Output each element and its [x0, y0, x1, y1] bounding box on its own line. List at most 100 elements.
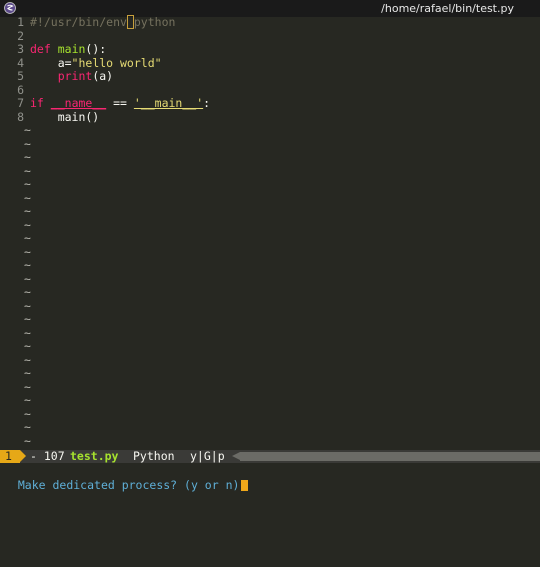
minibuffer-prompt: Make dedicated process? (y or n): [17, 478, 240, 492]
empty-line-marker: ~: [0, 366, 540, 381]
tilde-marker: ~: [24, 204, 31, 218]
empty-line-marker: ~: [0, 379, 540, 395]
code-token: '__main__': [133, 96, 204, 110]
tilde-marker: ~: [24, 136, 31, 151]
code-line[interactable]: 2: [0, 28, 540, 44]
line-number: 2: [17, 28, 24, 43]
empty-line-marker: ~: [0, 217, 540, 233]
empty-line-marker: ~: [0, 163, 540, 179]
line-number: 5: [17, 69, 24, 83]
buffer-size: - 107: [30, 449, 65, 463]
code-line[interactable]: 7 if __name__ == '__main__':: [0, 96, 540, 111]
empty-line-marker: ~: [0, 231, 540, 246]
empty-line-marker: ~: [0, 258, 540, 273]
tilde-marker: ~: [24, 433, 31, 448]
powerline-separator: [20, 450, 26, 462]
line-number: 6: [17, 82, 24, 97]
empty-line-marker: ~: [0, 352, 540, 368]
editor-buffer[interactable]: 1 #!/usr/bin/env python 2 3 def main(): 4 a="…: [0, 15, 540, 449]
code-text[interactable]: def main():: [30, 42, 107, 57]
window-title: /home/rafael/bin/test.py: [381, 2, 514, 15]
code-token: a=: [30, 55, 72, 70]
code-text[interactable]: if __name__ == '__main__':: [30, 96, 211, 111]
minor-modes[interactable]: y|G|p: [190, 450, 225, 463]
code-line[interactable]: 5 print(a): [0, 69, 540, 84]
tilde-marker: ~: [24, 285, 31, 299]
tilde-marker: ~: [24, 339, 31, 353]
tilde-marker: ~: [24, 258, 31, 272]
tilde-marker: ~: [24, 406, 31, 421]
empty-line-marker: ~: [0, 190, 540, 206]
code-text[interactable]: a="hello world": [30, 55, 162, 71]
empty-line-marker: ~: [0, 244, 540, 260]
empty-line-marker: ~: [0, 136, 540, 152]
code-line[interactable]: 4 a="hello world": [0, 55, 540, 71]
line-number: 1: [17, 15, 24, 29]
powerline-separator-right: [232, 452, 240, 460]
minibuffer-cursor: [241, 480, 249, 491]
tilde-marker: ~: [24, 366, 31, 380]
empty-line-marker: ~: [0, 271, 540, 287]
empty-line-marker: ~: [0, 177, 540, 192]
code-token: def: [30, 42, 51, 56]
empty-line-marker: ~: [0, 433, 540, 449]
minibuffer[interactable]: Make dedicated process? (y or n): [4, 464, 249, 492]
text-cursor: [126, 15, 134, 29]
code-text[interactable]: #!/usr/bin/env python: [30, 15, 176, 30]
code-token: #!/usr/bin/env: [30, 15, 127, 29]
tilde-marker: ~: [24, 150, 31, 164]
emacs-icon[interactable]: [4, 2, 16, 14]
tilde-marker: ~: [24, 298, 31, 313]
empty-line-marker: ~: [0, 150, 540, 165]
tilde-marker: ~: [24, 244, 31, 259]
code-line[interactable]: 8 main(): [0, 109, 540, 125]
tilde-marker: ~: [24, 271, 31, 286]
tilde-marker: ~: [24, 163, 31, 178]
code-text[interactable]: print(a): [30, 69, 113, 84]
code-token: print: [57, 69, 93, 83]
line-number: 4: [17, 55, 24, 70]
major-mode[interactable]: Python: [133, 450, 175, 463]
code-line[interactable]: 3 def main():: [0, 42, 540, 57]
window-number: 1: [5, 449, 12, 463]
mode-line[interactable]: 1 - 107 test.py Python y|G|p: [0, 450, 540, 463]
line-number: 7: [17, 96, 24, 110]
tilde-marker: ~: [24, 231, 31, 245]
code-token: if: [30, 96, 44, 110]
window-number-badge: 1: [0, 450, 20, 463]
code-token: ==: [106, 96, 134, 110]
code-token: python: [133, 15, 176, 29]
code-token: :: [203, 96, 211, 110]
empty-line-marker: ~: [0, 406, 540, 422]
empty-line-marker: ~: [0, 393, 540, 408]
tilde-marker: ~: [24, 190, 31, 205]
tilde-marker: ~: [24, 325, 31, 340]
code-token: "hello world": [71, 55, 162, 70]
code-token: __name__: [50, 96, 107, 110]
code-text[interactable]: main(): [30, 109, 100, 125]
empty-line-marker: ~: [0, 285, 540, 300]
buffer-name[interactable]: test.py: [70, 450, 118, 463]
tilde-marker: ~: [24, 352, 31, 367]
empty-line-marker: ~: [0, 123, 540, 138]
line-number: 3: [17, 42, 24, 56]
code-line[interactable]: 6: [0, 82, 540, 98]
tilde-marker: ~: [24, 420, 31, 434]
tilde-marker: ~: [24, 123, 31, 137]
tilde-marker: ~: [24, 177, 31, 191]
tilde-marker: ~: [24, 379, 31, 394]
code-line[interactable]: 1 #!/usr/bin/env python: [0, 15, 540, 30]
code-token: main(): [30, 109, 100, 124]
empty-line-marker: ~: [0, 420, 540, 435]
code-token: ():: [85, 42, 107, 56]
tilde-marker: ~: [24, 393, 31, 407]
empty-line-marker: ~: [0, 312, 540, 327]
mode-line-fill: [240, 452, 540, 461]
tilde-marker: ~: [24, 217, 31, 232]
code-token: main: [57, 42, 86, 56]
line-number: 8: [17, 109, 24, 124]
empty-line-marker: ~: [0, 298, 540, 314]
